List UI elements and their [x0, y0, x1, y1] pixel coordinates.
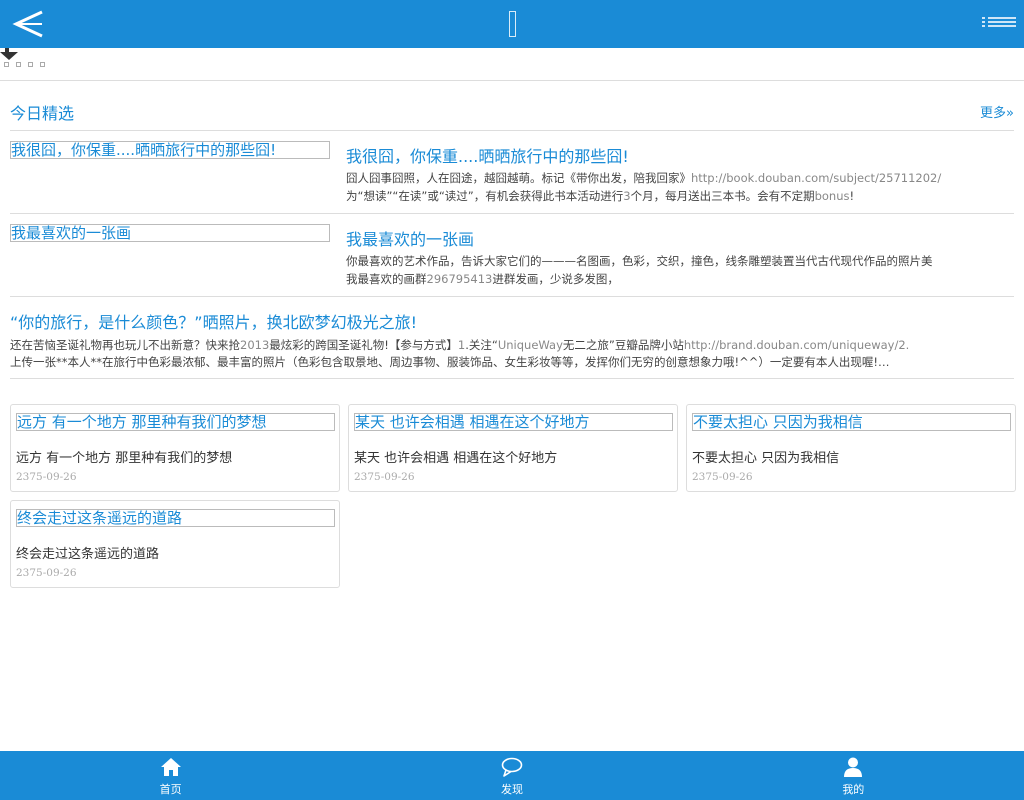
- banner-slider[interactable]: [0, 48, 1024, 81]
- card-title: 某天 也许会相遇 相遇在这个好地方: [354, 413, 673, 431]
- top-bar: [0, 0, 1024, 48]
- bottom-tab-bar: 首页 发现 我的: [0, 751, 1024, 800]
- home-icon: [160, 758, 181, 776]
- featured-title[interactable]: 我很囧，你保重....晒晒旅行中的那些囧!: [346, 143, 629, 167]
- menu-button[interactable]: [982, 12, 1016, 34]
- tab-label: 首页: [159, 783, 182, 796]
- card-title: 不要太担心 只因为我相信: [692, 413, 1011, 431]
- back-button[interactable]: [8, 8, 48, 40]
- desc-number: 296795413: [426, 272, 493, 286]
- post-card[interactable]: 某天 也许会相遇 相遇在这个好地方 某天 也许会相遇 相遇在这个好地方 2375…: [348, 404, 678, 492]
- card-subtitle: 终会走过这条遥远的道路: [16, 547, 160, 562]
- card-date: 2375-09-26: [16, 471, 77, 483]
- post-title[interactable]: “你的旅行，是什么颜色？”晒照片，换北欧梦幻极光之旅!: [10, 309, 417, 333]
- featured-item: 我很囧，你保重....晒晒旅行中的那些囧! 我很囧，你保重....晒晒旅行中的那…: [10, 131, 1014, 214]
- list-menu-icon: [982, 17, 1016, 27]
- card-title: 远方 有一个地方 那里种有我们的梦想: [16, 413, 335, 431]
- long-post: “你的旅行，是什么颜色？”晒照片，换北欧梦幻极光之旅! 还在苦恼圣诞礼物再也玩儿…: [10, 297, 1014, 379]
- section-title: 今日精选: [10, 104, 75, 123]
- section-header: 今日精选 更多»: [10, 98, 1014, 131]
- excerpt-brand: UniqueWay: [497, 338, 563, 352]
- desc-text: 个月，每月送出三本书。会有不定期: [630, 189, 815, 203]
- post-card[interactable]: 终会走过这条遥远的道路 终会走过这条遥远的道路 2375-09-26: [10, 500, 340, 588]
- excerpt-link[interactable]: http://brand.douban.com/uniqueway/2.: [684, 338, 909, 352]
- user-icon: [844, 757, 863, 777]
- slider-pagination: [4, 62, 45, 67]
- excerpt-text: .关注“: [465, 338, 498, 352]
- desc-link[interactable]: http://book.douban.com/subject/25711202/: [691, 171, 941, 185]
- card-date: 2375-09-26: [354, 471, 415, 483]
- excerpt-text: 无二之旅”豆瓣品牌小站: [562, 338, 684, 352]
- slider-dot[interactable]: [28, 62, 33, 67]
- excerpt-number: 2013: [240, 338, 270, 352]
- slider-dot[interactable]: [4, 62, 9, 67]
- back-arrow-icon: [12, 10, 43, 38]
- tab-discover[interactable]: 发现: [341, 751, 682, 800]
- tab-label: 发现: [500, 783, 523, 796]
- desc-text: 囧人囧事囧照，人在囧途，越囧越萌。标记《带你出发，陪我回家》: [346, 171, 691, 185]
- more-link[interactable]: 更多»: [980, 102, 1014, 121]
- title-placeholder: [509, 11, 516, 37]
- slider-dot[interactable]: [16, 62, 21, 67]
- featured-title[interactable]: 我最喜欢的一张画: [346, 226, 474, 250]
- desc-bonus: bonus: [814, 189, 850, 203]
- desc-text: 我最喜欢的画群: [346, 272, 427, 286]
- post-card[interactable]: 不要太担心 只因为我相信 不要太担心 只因为我相信 2375-09-26: [686, 404, 1016, 492]
- featured-description: 囧人囧事囧照，人在囧途，越囧越萌。标记《带你出发，陪我回家》http://boo…: [346, 169, 1014, 205]
- tab-label: 我的: [842, 783, 865, 796]
- featured-description: 你最喜欢的艺术作品，告诉大家它们的———名图画，色彩，交织，撞色，线条雕塑装置当…: [346, 252, 1014, 288]
- tab-home[interactable]: 首页: [0, 751, 341, 800]
- chat-bubble-icon: [501, 757, 523, 777]
- desc-number: 3: [623, 189, 631, 203]
- card-subtitle: 不要太担心 只因为我相信: [692, 451, 840, 466]
- card-date: 2375-09-26: [692, 471, 753, 483]
- post-card[interactable]: 远方 有一个地方 那里种有我们的梦想 远方 有一个地方 那里种有我们的梦想 23…: [10, 404, 340, 492]
- desc-text: 进群发画，少说多发图，: [492, 272, 619, 286]
- desc-text: !: [849, 189, 855, 203]
- desc-text: 为“想读”“在读”或“读过”，有机会获得此书本活动进行: [346, 189, 624, 203]
- desc-text: 你最喜欢的艺术作品，告诉大家它们的———名图画，色彩，交织，撞色，线条雕塑装置当…: [346, 254, 933, 268]
- excerpt-text: 最炫彩的跨国圣诞礼物!【参与方式】: [269, 338, 458, 352]
- slider-dot[interactable]: [40, 62, 45, 67]
- card-date: 2375-09-26: [16, 567, 77, 579]
- tab-mine[interactable]: 我的: [683, 751, 1024, 800]
- featured-thumbnail[interactable]: 我最喜欢的一张画: [10, 224, 330, 242]
- post-excerpt-line: 还在苦恼圣诞礼物再也玩儿不出新意？快来抢2013最炫彩的跨国圣诞礼物!【参与方式…: [10, 336, 1014, 354]
- featured-thumbnail[interactable]: 我很囧，你保重....晒晒旅行中的那些囧!: [10, 141, 330, 159]
- card-subtitle: 远方 有一个地方 那里种有我们的梦想: [16, 451, 233, 466]
- post-excerpt-line: 上传一张**本人**在旅行中色彩最浓郁、最丰富的照片（色彩包含取景地、周边事物、…: [10, 355, 890, 369]
- excerpt-text: 还在苦恼圣诞礼物再也玩儿不出新意？快来抢: [10, 338, 240, 352]
- card-subtitle: 某天 也许会相遇 相遇在这个好地方: [354, 451, 558, 466]
- featured-item: 我最喜欢的一张画 我最喜欢的一张画 你最喜欢的艺术作品，告诉大家它们的———名图…: [10, 214, 1014, 297]
- caret-down-icon: [0, 48, 18, 60]
- card-title: 终会走过这条遥远的道路: [16, 509, 335, 527]
